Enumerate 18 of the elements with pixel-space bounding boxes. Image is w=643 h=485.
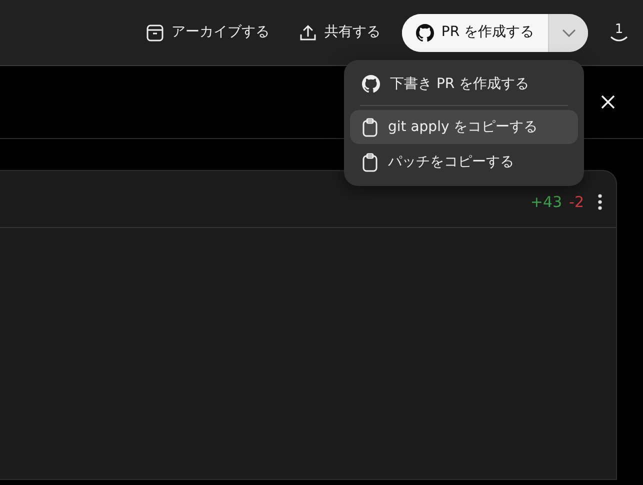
caret-icon [562, 28, 576, 36]
github-icon [362, 75, 380, 93]
clipboard-icon [362, 152, 378, 172]
deletions-count: -2 [569, 192, 584, 213]
menu-item[interactable]: パッチをコピーする [350, 145, 578, 179]
share-button[interactable]: 共有する [291, 18, 388, 47]
additions-count: +43 [530, 192, 562, 213]
dropdown-toggle[interactable] [548, 14, 588, 52]
close-icon [601, 94, 615, 109]
upload-icon [299, 24, 318, 42]
github-icon [416, 24, 434, 42]
archive-icon [146, 24, 164, 42]
menu-item[interactable]: 下書き PR を作成する [350, 67, 578, 101]
counter-badge[interactable]: 1 [609, 23, 629, 42]
clipboard-icon [362, 118, 378, 136]
kebab-icon [598, 194, 602, 210]
menu-item[interactable]: git apply をコピーする [350, 110, 578, 144]
archive-button[interactable]: アーカイブする [138, 18, 278, 47]
